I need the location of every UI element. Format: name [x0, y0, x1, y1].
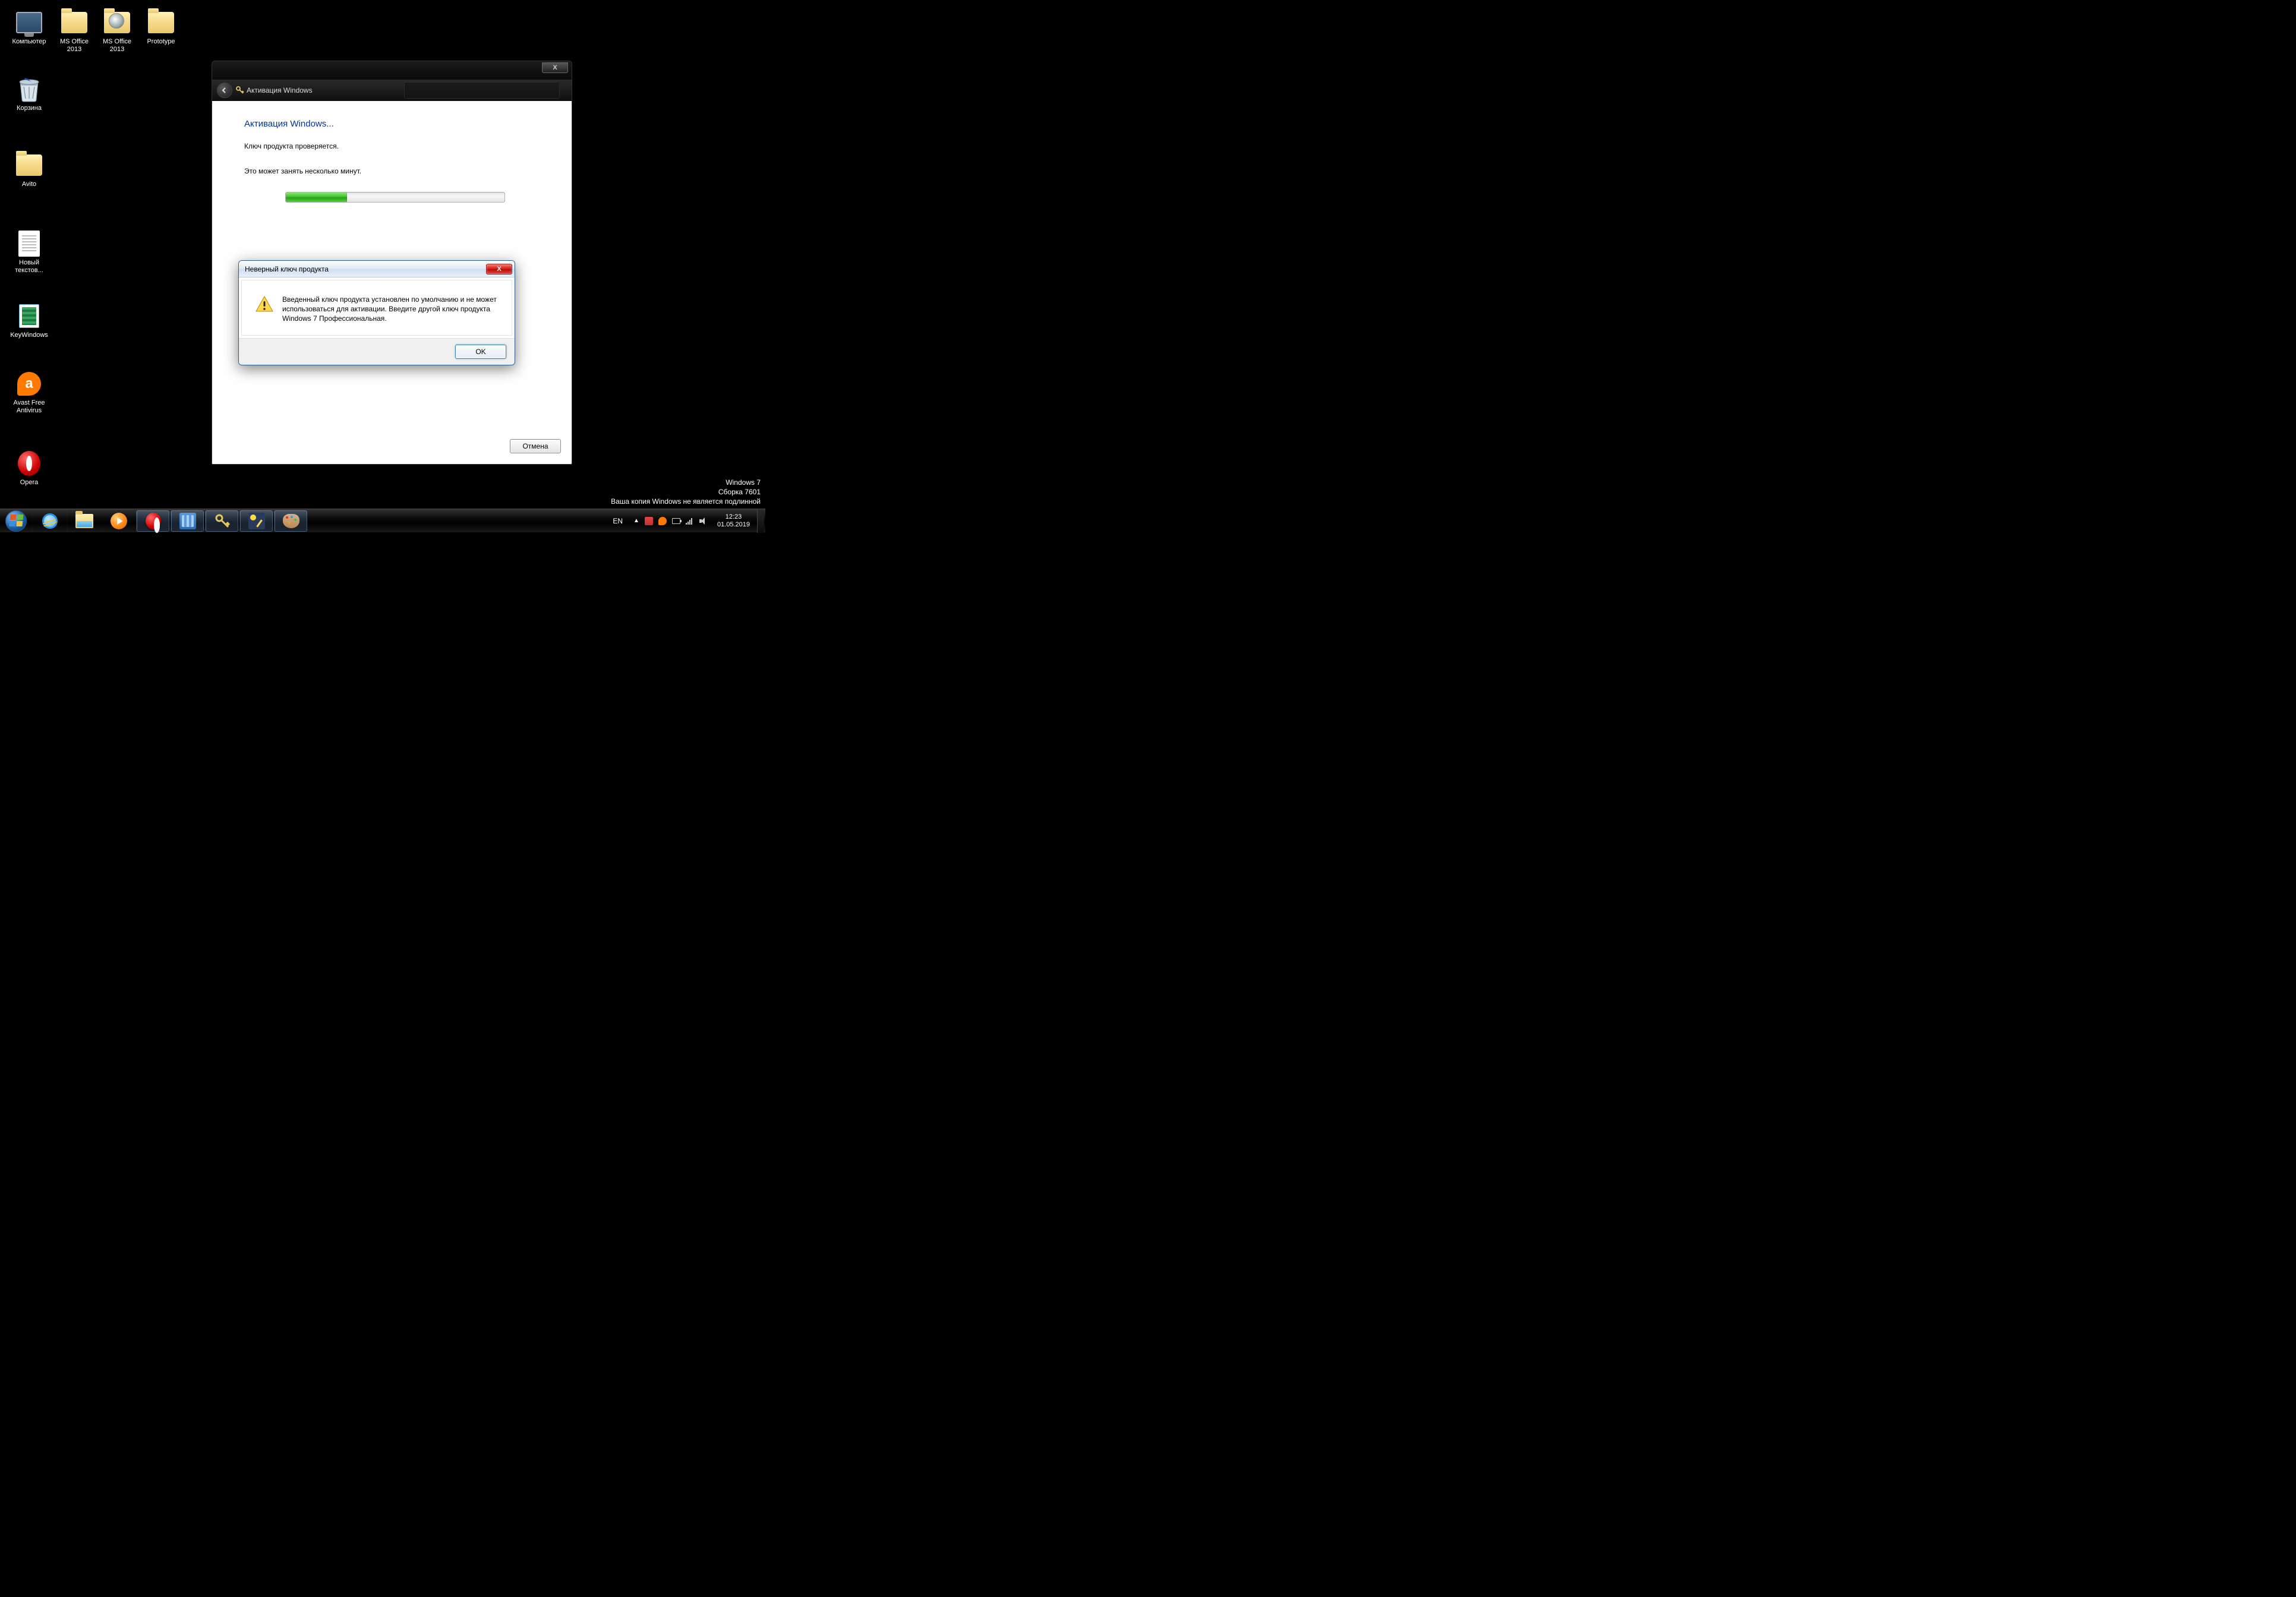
- error-dialog: Неверный ключ продукта X Введенный ключ …: [238, 260, 515, 365]
- opera-icon: [146, 513, 161, 529]
- network-icon[interactable]: [686, 517, 694, 525]
- dialog-titlebar[interactable]: Неверный ключ продукта X: [239, 261, 515, 277]
- dialog-footer: OK: [239, 338, 515, 365]
- activation-nav: Активация Windows: [212, 80, 572, 101]
- icon-label: MS Office 2013: [52, 38, 96, 53]
- dialog-body: Введенный ключ продукта установлен по ум…: [241, 280, 512, 336]
- activation-status-2: Это может занять несколько минут.: [244, 167, 545, 175]
- windows-orb-icon: [5, 510, 27, 532]
- watermark-line: Windows 7: [611, 478, 761, 487]
- dialog-message: Введенный ключ продукта установлен по ум…: [282, 295, 499, 323]
- activation-breadcrumb: Активация Windows: [236, 86, 313, 94]
- icon-label: Avast Free Antivirus: [7, 399, 51, 415]
- tray-icons: ▲: [630, 517, 710, 525]
- taskbar-clock[interactable]: 12:23 01.05.2019: [712, 513, 755, 529]
- back-button[interactable]: [217, 83, 232, 98]
- media-player-icon: [111, 513, 127, 529]
- watermark-line: Ваша копия Windows не является подлинной: [611, 497, 761, 506]
- activation-status-1: Ключ продукта проверяется.: [244, 142, 545, 150]
- desktop-icon-avast[interactable]: Avast Free Antivirus: [7, 370, 51, 415]
- battery-icon[interactable]: [672, 518, 680, 524]
- activation-close-button[interactable]: X: [542, 62, 568, 73]
- language-indicator[interactable]: EN: [608, 517, 627, 525]
- computer-icon: [15, 8, 43, 37]
- control-panel-icon: [179, 513, 196, 529]
- action-center-icon[interactable]: [645, 517, 653, 525]
- avast-icon: [15, 370, 43, 398]
- clock-time: 12:23: [717, 513, 750, 521]
- taskbar-pinned: [32, 509, 308, 532]
- taskbar-produkey[interactable]: [239, 510, 273, 532]
- desktop-icon-opera[interactable]: Opera: [7, 449, 51, 487]
- warning-icon: [255, 295, 274, 314]
- text-document-icon: [15, 229, 43, 258]
- dialog-close-button[interactable]: X: [486, 264, 512, 274]
- key-icon: [214, 513, 231, 529]
- start-button[interactable]: [0, 509, 32, 533]
- produkey-icon: [248, 513, 265, 529]
- desktop-icon-textfile[interactable]: Новый текстов...: [7, 229, 51, 274]
- activation-cancel-button[interactable]: Отмена: [510, 439, 561, 453]
- desktop-icon-recycle-bin[interactable]: Корзина: [7, 75, 51, 112]
- icon-label: KeyWindows: [10, 332, 48, 339]
- taskbar: EN ▲ 12:23 01.05.2019: [0, 509, 765, 532]
- disc-folder-icon: [103, 8, 131, 37]
- desktop-icon-prototype[interactable]: Prototype: [139, 8, 183, 46]
- recycle-bin-icon: [15, 75, 43, 103]
- show-desktop-button[interactable]: [757, 509, 764, 533]
- desktop-icon-keywindows[interactable]: KeyWindows: [7, 302, 51, 339]
- watermark-line: Сборка 7601: [611, 487, 761, 497]
- avast-tray-icon[interactable]: [658, 517, 667, 525]
- ie-icon: [42, 513, 58, 529]
- activation-heading: Активация Windows...: [244, 119, 545, 129]
- icon-label: Корзина: [17, 105, 42, 112]
- progress-fill: [286, 192, 347, 202]
- desktop-icon-computer[interactable]: Компьютер: [7, 8, 51, 46]
- dialog-ok-button[interactable]: OK: [455, 345, 506, 359]
- icon-label: Prototype: [147, 38, 175, 46]
- desktop-icon-msoffice-folder[interactable]: MS Office 2013: [52, 8, 96, 53]
- arrow-left-icon: [221, 87, 228, 94]
- show-hidden-icons[interactable]: ▲: [633, 517, 639, 524]
- taskbar-control-panel[interactable]: [171, 510, 204, 532]
- volume-icon[interactable]: [699, 517, 707, 525]
- taskbar-activation[interactable]: [205, 510, 238, 532]
- taskbar-media-player[interactable]: [101, 509, 135, 533]
- activation-watermark: Windows 7 Сборка 7601 Ваша копия Windows…: [611, 478, 761, 506]
- clock-date: 01.05.2019: [717, 521, 750, 529]
- activation-titlebar[interactable]: X: [212, 61, 572, 80]
- progress-bar: [285, 192, 505, 203]
- dialog-title-text: Неверный ключ продукта: [245, 265, 329, 273]
- taskbar-ie[interactable]: [32, 509, 67, 533]
- taskbar-paint[interactable]: [274, 510, 307, 532]
- taskbar-opera[interactable]: [136, 510, 169, 532]
- icon-label: Новый текстов...: [7, 259, 51, 274]
- icon-label: MS Office 2013: [95, 38, 139, 53]
- system-tray: EN ▲ 12:23 01.05.2019: [608, 509, 765, 532]
- folder-icon: [15, 151, 43, 179]
- taskbar-explorer[interactable]: [67, 509, 101, 533]
- desktop-icon-avito[interactable]: Avito: [7, 151, 51, 188]
- folder-icon: [60, 8, 89, 37]
- desktop-icon-msoffice-disc[interactable]: MS Office 2013: [95, 8, 139, 53]
- paint-icon: [283, 514, 299, 528]
- opera-icon: [15, 449, 43, 478]
- folder-icon: [147, 8, 175, 37]
- file-explorer-icon: [75, 514, 93, 528]
- icon-label: Avito: [22, 181, 36, 188]
- key-icon: [236, 86, 244, 94]
- scroll-document-icon: [15, 302, 43, 330]
- icon-label: Opera: [20, 479, 39, 487]
- icon-label: Компьютер: [12, 38, 46, 46]
